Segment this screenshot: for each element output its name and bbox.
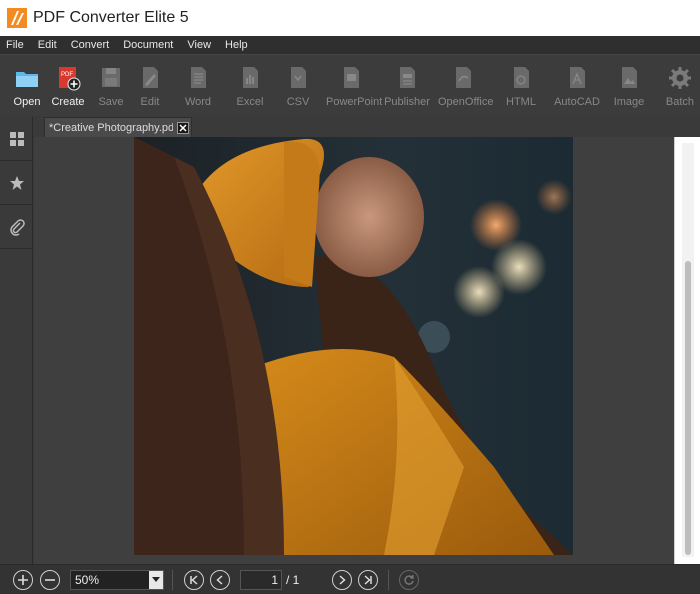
bookmarks-button[interactable]: [0, 161, 33, 205]
html-doc-icon: [514, 67, 529, 88]
close-tab-button[interactable]: [177, 121, 189, 134]
toolbar: Open PDF Create Save Edit Word Excel CSV…: [0, 54, 700, 116]
first-page-icon: [190, 575, 198, 585]
status-bar: 50% 1 / 1: [0, 564, 700, 594]
document-tab-strip: *Creative Photography.pdf: [34, 117, 700, 137]
window-title: PDF Converter Elite 5: [33, 9, 189, 26]
word-button[interactable]: Word: [173, 65, 223, 113]
last-page-button[interactable]: [358, 570, 378, 590]
create-pdf-icon: PDF: [59, 67, 81, 91]
excel-button[interactable]: Excel: [225, 65, 275, 113]
thumbnails-button[interactable]: [0, 117, 33, 161]
zoom-out-button[interactable]: [40, 570, 60, 590]
zoom-value: 50%: [75, 573, 100, 587]
left-sidebar: [0, 117, 33, 564]
csv-doc-icon: [291, 67, 306, 88]
menu-edit[interactable]: Edit: [31, 36, 64, 54]
batch-gear-icon: [669, 67, 691, 89]
paperclip-icon: [9, 218, 25, 236]
page-total: / 1: [286, 573, 300, 587]
openoffice-doc-icon: [456, 67, 471, 88]
zoom-select[interactable]: 50%: [70, 570, 164, 590]
excel-doc-icon: [243, 67, 258, 88]
edit-button[interactable]: Edit: [125, 65, 175, 113]
edit-icon: [143, 67, 158, 88]
html-button[interactable]: HTML: [496, 65, 546, 113]
document-page-photo: [134, 137, 573, 555]
save-icon: [102, 68, 120, 87]
menu-bar: File Edit Convert Document View Help: [0, 36, 700, 54]
separator: [172, 570, 173, 590]
word-doc-icon: [191, 67, 206, 88]
app-logo-icon: [7, 8, 27, 28]
last-page-icon: [364, 575, 372, 585]
rotate-icon: [404, 574, 414, 585]
menu-document[interactable]: Document: [116, 36, 180, 54]
autocad-doc-icon: [570, 67, 585, 88]
chevron-left-icon: [216, 575, 223, 585]
svg-text:PDF: PDF: [61, 72, 73, 78]
next-page-button[interactable]: [332, 570, 352, 590]
publisher-doc-icon: [400, 67, 415, 88]
page-number-input[interactable]: 1: [240, 570, 282, 590]
document-tab[interactable]: *Creative Photography.pdf: [44, 117, 192, 137]
minus-icon: [45, 579, 55, 581]
publisher-button[interactable]: Publisher: [382, 65, 432, 113]
separator: [388, 570, 389, 590]
zoom-dropdown-arrow[interactable]: [149, 571, 163, 589]
chevron-down-icon: [152, 577, 160, 582]
autocad-button[interactable]: AutoCAD: [552, 65, 602, 113]
first-page-button[interactable]: [184, 570, 204, 590]
image-doc-icon: [622, 67, 637, 88]
document-canvas[interactable]: [34, 137, 674, 564]
menu-file[interactable]: File: [0, 36, 31, 54]
csv-button[interactable]: CSV: [273, 65, 323, 113]
previous-page-button[interactable]: [210, 570, 230, 590]
menu-help[interactable]: Help: [218, 36, 255, 54]
star-icon: [9, 175, 24, 190]
menu-convert[interactable]: Convert: [64, 36, 117, 54]
close-icon: [179, 123, 187, 132]
batch-button[interactable]: Batch: [655, 65, 700, 113]
folder-icon: [16, 72, 38, 87]
scrollbar-thumb[interactable]: [685, 261, 691, 555]
openoffice-button[interactable]: OpenOffice: [438, 65, 493, 113]
rotate-button[interactable]: [399, 570, 419, 590]
chevron-right-icon: [339, 575, 346, 585]
powerpoint-doc-icon: [344, 67, 359, 88]
vertical-scrollbar[interactable]: [674, 137, 700, 564]
plus-icon: [18, 575, 28, 585]
title-bar: PDF Converter Elite 5: [0, 0, 700, 36]
menu-view[interactable]: View: [180, 36, 218, 54]
attachments-button[interactable]: [0, 205, 33, 249]
zoom-in-button[interactable]: [13, 570, 33, 590]
document-tab-label: *Creative Photography.pdf: [49, 121, 173, 134]
image-button[interactable]: Image: [604, 65, 654, 113]
scrollbar-track[interactable]: [682, 143, 694, 557]
powerpoint-button[interactable]: PowerPoint: [326, 65, 382, 113]
grid-icon: [9, 131, 24, 146]
